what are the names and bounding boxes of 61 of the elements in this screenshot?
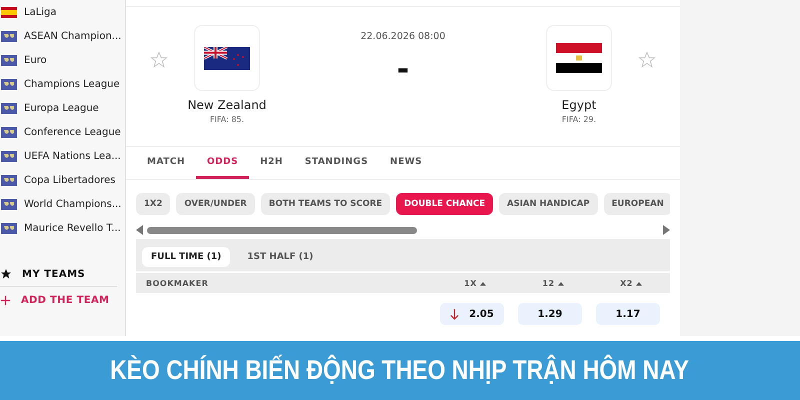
star-icon[interactable]	[150, 51, 168, 69]
market-chip[interactable]: ASIAN HANDICAP	[499, 193, 598, 215]
tab[interactable]: H2H	[249, 147, 294, 179]
period-tab[interactable]: FULL TIME (1)	[142, 247, 230, 267]
scroll-left-icon[interactable]	[136, 225, 144, 235]
add-team-link[interactable]: ADD THE TEAM	[0, 287, 125, 313]
scrollbar-thumb[interactable]	[147, 226, 417, 234]
sort-icon	[558, 280, 564, 286]
match-score: -	[396, 52, 410, 87]
globe-flag-icon	[1, 54, 17, 66]
column-header[interactable]: 12	[514, 278, 592, 288]
sort-icon	[480, 280, 486, 286]
league-item[interactable]: UEFA Nations Lea...	[0, 144, 125, 168]
fifa-ranking: FIFA: 29.	[562, 115, 596, 124]
banner-title: KÈO CHÍNH BIẾN ĐỘNG THEO NHỊP TRẬN HÔM NAY	[110, 355, 690, 386]
league-item[interactable]: ASEAN Champion...	[0, 24, 125, 48]
globe-flag-icon	[1, 222, 17, 234]
odds-button[interactable]: 1.17	[596, 303, 660, 325]
period-tab[interactable]: 1ST HALF (1)	[238, 247, 322, 267]
star-icon[interactable]	[638, 51, 656, 69]
globe-flag-icon	[1, 150, 17, 162]
star-icon	[0, 268, 12, 280]
odds-button[interactable]: 2.05	[440, 303, 504, 325]
tab[interactable]: NEWS	[379, 147, 434, 179]
league-item[interactable]: Copa Libertadores	[0, 168, 125, 192]
tab[interactable]: ODDS	[196, 147, 250, 179]
league-item[interactable]: Conference League	[0, 120, 125, 144]
league-item[interactable]: World Champions...	[0, 192, 125, 216]
flag-icon	[1, 6, 17, 18]
section-heading: MY TEAMS	[22, 268, 86, 280]
sort-icon	[636, 280, 642, 286]
tab[interactable]: STANDINGS	[294, 147, 380, 179]
market-chip[interactable]: OVER/UNDER	[176, 193, 255, 215]
league-item[interactable]: Champions League	[0, 72, 125, 96]
league-item[interactable]: Europa League	[0, 96, 125, 120]
column-header[interactable]: 1X	[436, 278, 514, 288]
globe-flag-icon	[1, 198, 17, 210]
team-name[interactable]: New Zealand	[188, 98, 266, 112]
globe-flag-icon	[1, 30, 17, 42]
flag-icon	[556, 43, 602, 73]
market-chip[interactable]: 1X2	[136, 193, 170, 215]
market-chip[interactable]: DOUBLE CHANCE	[396, 193, 494, 215]
scroll-right-icon[interactable]	[662, 225, 670, 235]
team-name[interactable]: Egypt	[562, 98, 596, 112]
odds-button[interactable]: 1.29	[518, 303, 582, 325]
match-datetime: 22.06.2026 08:00	[360, 31, 446, 42]
league-item[interactable]: LaLiga	[0, 0, 125, 24]
globe-flag-icon	[1, 126, 17, 138]
globe-flag-icon	[1, 102, 17, 114]
globe-flag-icon	[1, 174, 17, 186]
column-header[interactable]: X2	[592, 278, 670, 288]
league-item[interactable]: Maurice Revello T...	[0, 216, 125, 240]
flag-icon	[204, 46, 250, 70]
globe-flag-icon	[1, 78, 17, 90]
fifa-ranking: FIFA: 85.	[210, 115, 244, 124]
market-chip[interactable]: BOTH TEAMS TO SCORE	[260, 193, 390, 215]
tab[interactable]: MATCH	[136, 147, 196, 179]
column-header: BOOKMAKER	[146, 278, 210, 288]
market-chip[interactable]: EUROPEAN	[604, 193, 670, 215]
plus-icon	[0, 294, 11, 306]
league-item[interactable]: Euro	[0, 48, 125, 72]
